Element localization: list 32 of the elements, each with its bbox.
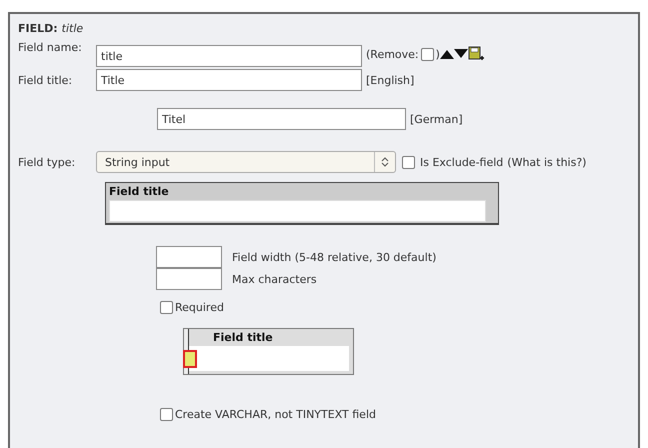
size-label: Field width (5-48 relative, 30 default) [232,250,436,264]
exclude-checkbox[interactable] [402,156,415,168]
size-input[interactable] [156,246,222,268]
size-input[interactable] [156,268,222,290]
remove-checkbox[interactable] [420,48,434,60]
help-link[interactable]: (What is this?) [507,156,586,168]
remove-label: (Remove: [366,48,419,60]
field-heading-name: title [62,22,84,35]
size-label: Max characters [232,272,317,286]
field-type-label: Field type: [18,156,76,168]
warning-icon [183,350,197,368]
exclude-label: Is Exclude-field [420,156,504,168]
required-checkbox[interactable] [160,301,173,314]
language-label: [English] [366,74,414,86]
preview-header: Field title [108,184,170,200]
language-label: [German] [410,112,463,126]
field-type-select[interactable]: String input [96,151,396,173]
updown-icon [381,156,389,168]
varchar-checkbox[interactable] [160,408,173,421]
field-title-input[interactable]: Titel [157,108,406,130]
remove-close: ) [436,48,440,60]
varchar-label: Create VARCHAR, not TINYTEXT field [175,408,376,421]
required-label: Required [175,301,224,314]
field-heading-label: FIELD: [18,22,58,35]
save-plus-icon[interactable] [468,46,484,62]
field-title-input[interactable]: Title [96,69,362,91]
preview-header: Field title [212,330,274,346]
down-triangle-icon[interactable] [454,49,468,59]
field-title-label: Field title: [18,74,74,86]
field-name-label: Field name: [18,41,83,54]
field-name-input[interactable]: title [96,45,362,67]
up-triangle-icon[interactable] [440,49,454,59]
